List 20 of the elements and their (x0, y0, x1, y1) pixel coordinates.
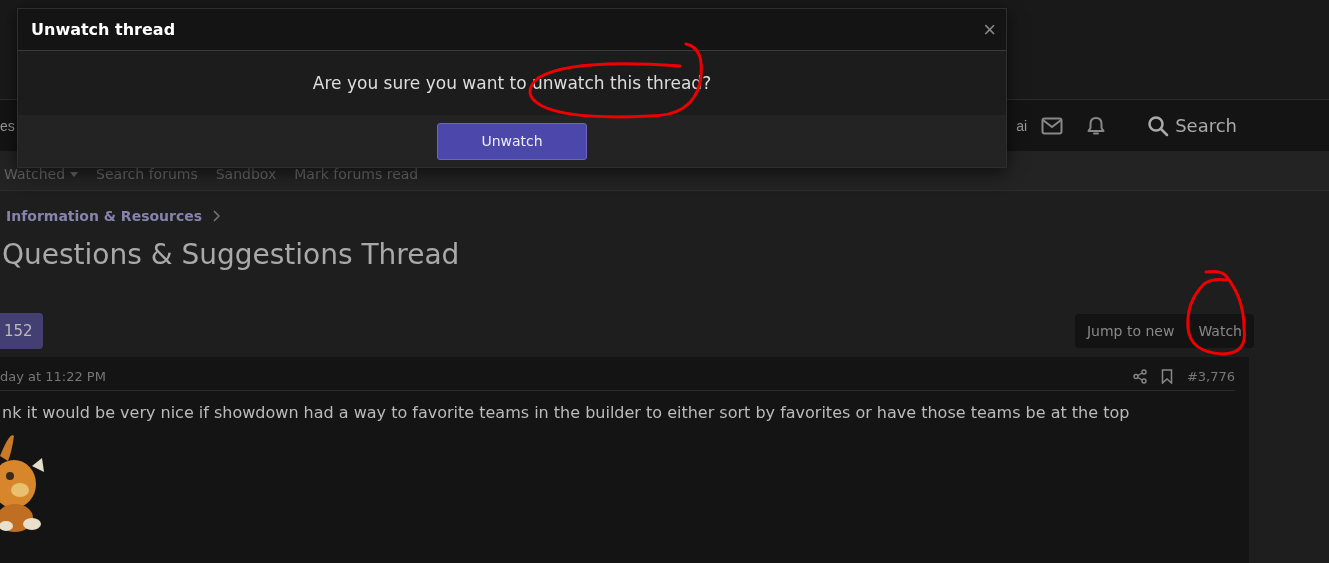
thread-action-button[interactable]: Watch (1186, 314, 1254, 348)
dialog-title: Unwatch thread (31, 20, 176, 39)
post-date: day at 11:22 PM (0, 369, 106, 384)
envelope-icon[interactable] (1041, 116, 1064, 135)
page-button[interactable]: 152 (0, 313, 43, 349)
share-icon[interactable] (1132, 369, 1147, 384)
thread-title: Questions & Suggestions Thread (2, 238, 461, 271)
nav-item[interactable]: es (0, 117, 15, 134)
close-button[interactable]: × (983, 18, 996, 41)
bell-icon[interactable] (1087, 115, 1106, 136)
search-button[interactable]: Search (1147, 114, 1237, 137)
chevron-icon (212, 210, 221, 222)
search-icon (1147, 114, 1170, 137)
bookmark-icon[interactable] (1160, 369, 1173, 384)
nav-item[interactable]: ai (1016, 117, 1028, 134)
post-number[interactable]: #3,776 (1186, 369, 1235, 384)
post-text: nk it would be very nice if showdown had a way to favorite teams in the builder to either sort by favorites or have those teams be at the top (2, 403, 1131, 422)
unwatch-button[interactable]: Unwatch (437, 122, 587, 160)
breadcrumb-link[interactable]: Information & Resources (6, 208, 203, 224)
thread-action-button[interactable]: Jump to new (1075, 314, 1187, 348)
